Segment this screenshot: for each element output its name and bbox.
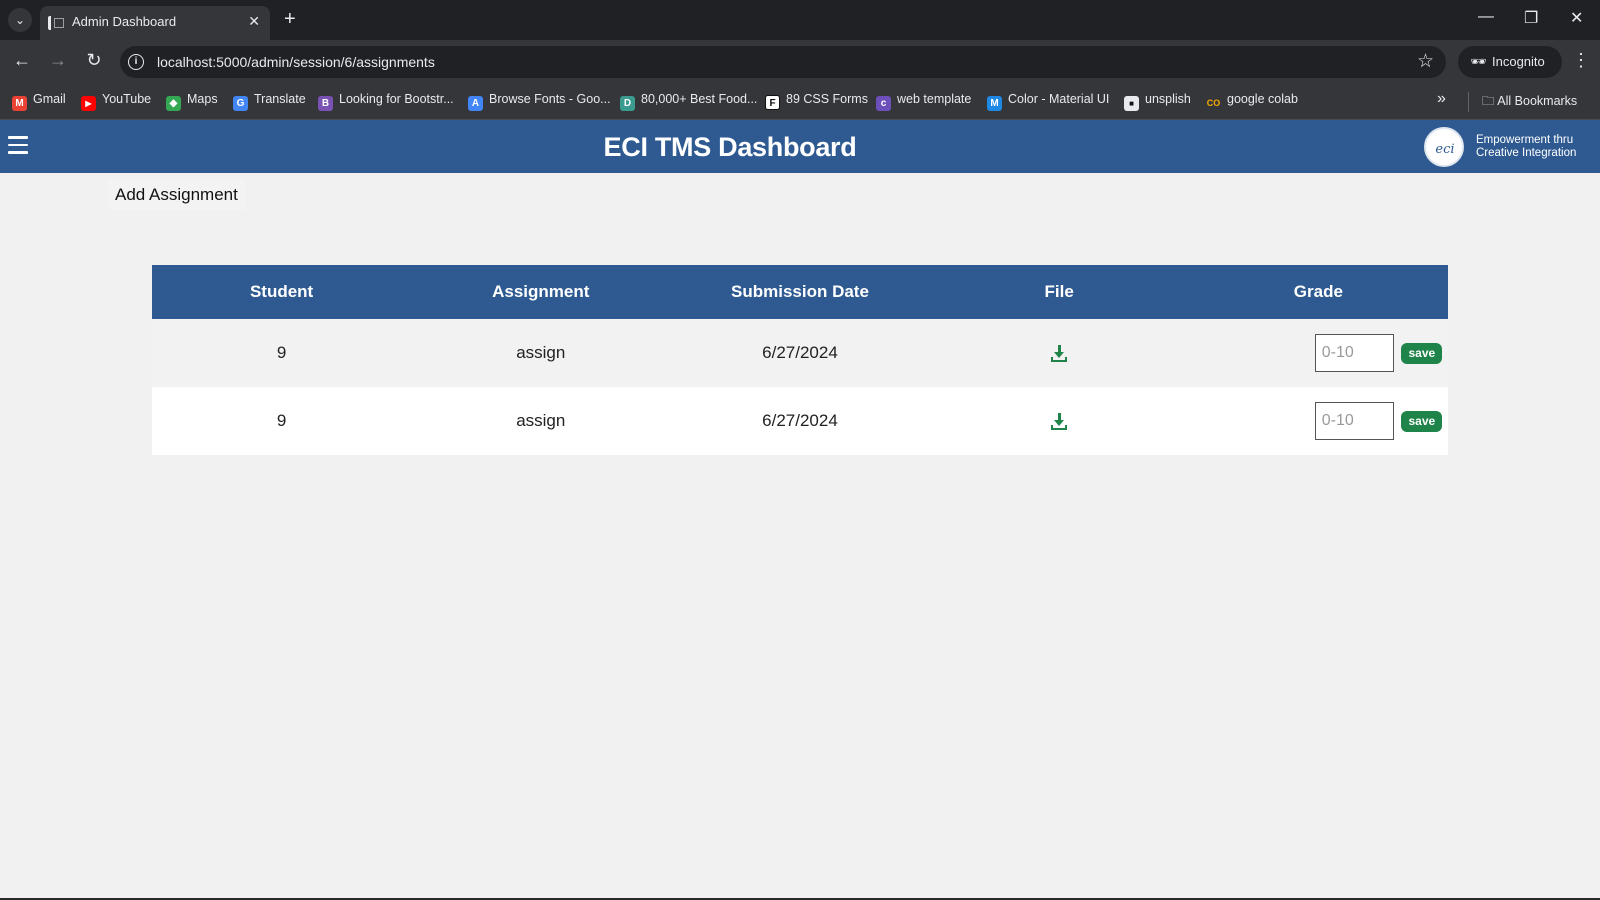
app-header: ECI TMS Dashboard eci Empowerment thru C… (0, 120, 1600, 173)
cell-file (929, 387, 1189, 455)
bookmark-youtube[interactable]: ▶ YouTube (81, 92, 151, 111)
tab-favicon-icon (48, 16, 64, 30)
bookmark-gmail[interactable]: M Gmail (12, 92, 66, 111)
tab-admin-dashboard[interactable]: Admin Dashboard ✕ (40, 6, 270, 40)
table-row: 9 assign 6/27/2024 save (152, 319, 1448, 387)
grade-controls: save (1314, 402, 1443, 440)
logo-text: eci (1435, 142, 1455, 157)
forward-arrow-icon[interactable]: → (46, 50, 70, 71)
cell-submission-date: 6/27/2024 (670, 387, 930, 455)
tab-search-chevron-icon[interactable]: ⌄ (8, 8, 32, 32)
cell-file (929, 319, 1189, 387)
reload-icon[interactable]: ↻ (82, 50, 106, 71)
grade-input[interactable] (1314, 402, 1394, 440)
colorlib-icon: c (876, 96, 891, 111)
incognito-label: Incognito (1492, 54, 1545, 69)
tab-title: Admin Dashboard (72, 14, 177, 29)
bookmark-translate[interactable]: G Translate (233, 92, 306, 111)
cell-grade: save (1188, 319, 1448, 387)
cell-submission-date: 6/27/2024 (670, 319, 930, 387)
tab-close-icon[interactable]: ✕ (248, 13, 260, 30)
column-header-student: Student (152, 265, 412, 319)
add-assignment-button[interactable]: Add Assignment (108, 180, 245, 210)
restore-icon[interactable]: ❐ (1524, 8, 1538, 28)
gmail-icon: M (12, 96, 27, 111)
more-bookmarks-chevron-icon[interactable]: » (1437, 90, 1446, 108)
bootstrap-icon: B (318, 96, 333, 111)
bookmark-star-icon[interactable]: ☆ (1417, 50, 1434, 73)
browser-toolbar: ← → ↻ i localhost:5000/admin/session/6/a… (0, 40, 1600, 84)
tagline: Empowerment thru Creative Integration (1476, 134, 1576, 159)
tagline-line1: Empowerment thru (1476, 134, 1574, 146)
assignments-table: Student Assignment Submission Date File … (152, 265, 1448, 455)
new-tab-icon[interactable]: + (284, 8, 296, 30)
bookmark-best-food[interactable]: D 80,000+ Best Food... (620, 92, 757, 111)
cell-assignment: assign (411, 319, 671, 387)
tagline-line2: Creative Integration (1476, 146, 1577, 159)
download-icon[interactable] (1051, 413, 1068, 431)
google-fonts-icon: A (468, 96, 483, 111)
bookmark-unsplash[interactable]: ■ unsplish (1124, 92, 1191, 111)
browser-menu-icon[interactable]: ⋮ (1572, 50, 1590, 71)
incognito-icon: 🕶 (1470, 54, 1487, 69)
eci-logo: eci (1424, 127, 1464, 167)
column-header-assignment: Assignment (411, 265, 671, 319)
all-bookmarks[interactable]: 🗀 All Bookmarks (1482, 92, 1577, 113)
bookmark-web-template[interactable]: c web template (876, 92, 971, 111)
bookmark-bootstrap[interactable]: B Looking for Bootstr... (318, 92, 454, 111)
bookmark-google-colab[interactable]: CO google colab (1206, 92, 1298, 111)
column-header-file: File (929, 265, 1189, 319)
site-info-icon[interactable]: i (128, 54, 144, 70)
f-logo-icon: F (765, 95, 780, 110)
browser-tabstrip: ⌄ Admin Dashboard ✕ + — ❐ ✕ (0, 0, 1600, 40)
column-header-grade: Grade (1188, 265, 1448, 319)
dribbble-d-icon: D (620, 96, 635, 111)
folder-icon: 🗀 (1482, 94, 1498, 108)
address-bar[interactable]: i localhost:5000/admin/session/6/assignm… (120, 46, 1446, 78)
table-row: 9 assign 6/27/2024 save (152, 387, 1448, 455)
cell-student: 9 (152, 387, 412, 455)
bookmarks-divider (1468, 92, 1469, 112)
cell-grade: save (1188, 387, 1448, 455)
grade-input[interactable] (1314, 334, 1394, 372)
colab-icon: CO (1206, 98, 1221, 108)
column-header-submission-date: Submission Date (670, 265, 930, 319)
bookmark-css-forms[interactable]: F 89 CSS Forms (765, 92, 868, 110)
minimize-icon[interactable]: — (1478, 8, 1494, 26)
cell-student: 9 (152, 319, 412, 387)
download-icon[interactable] (1051, 345, 1068, 363)
grade-controls: save (1314, 334, 1443, 372)
back-arrow-icon[interactable]: ← (10, 50, 34, 71)
bookmark-material-ui[interactable]: M Color - Material UI (987, 92, 1109, 111)
cell-assignment: assign (411, 387, 671, 455)
save-grade-button[interactable]: save (1401, 342, 1443, 364)
save-grade-button[interactable]: save (1401, 410, 1443, 432)
close-window-icon[interactable]: ✕ (1570, 8, 1583, 28)
youtube-icon: ▶ (81, 96, 96, 111)
bookmark-maps[interactable]: ◆ Maps (166, 92, 218, 111)
bookmark-google-fonts[interactable]: A Browse Fonts - Goo... (468, 92, 611, 111)
table-header-row: Student Assignment Submission Date File … (152, 265, 1448, 319)
page-title: ECI TMS Dashboard (603, 132, 857, 162)
translate-icon: G (233, 96, 248, 111)
incognito-indicator[interactable]: 🕶 Incognito (1458, 46, 1562, 78)
unsplash-icon: ■ (1124, 96, 1139, 111)
url-text[interactable]: localhost:5000/admin/session/6/assignmen… (157, 54, 435, 70)
maps-icon: ◆ (166, 96, 181, 111)
mui-icon: M (987, 96, 1002, 111)
bookmarks-bar: M Gmail ▶ YouTube ◆ Maps G Translate B Lookin… (0, 84, 1600, 120)
